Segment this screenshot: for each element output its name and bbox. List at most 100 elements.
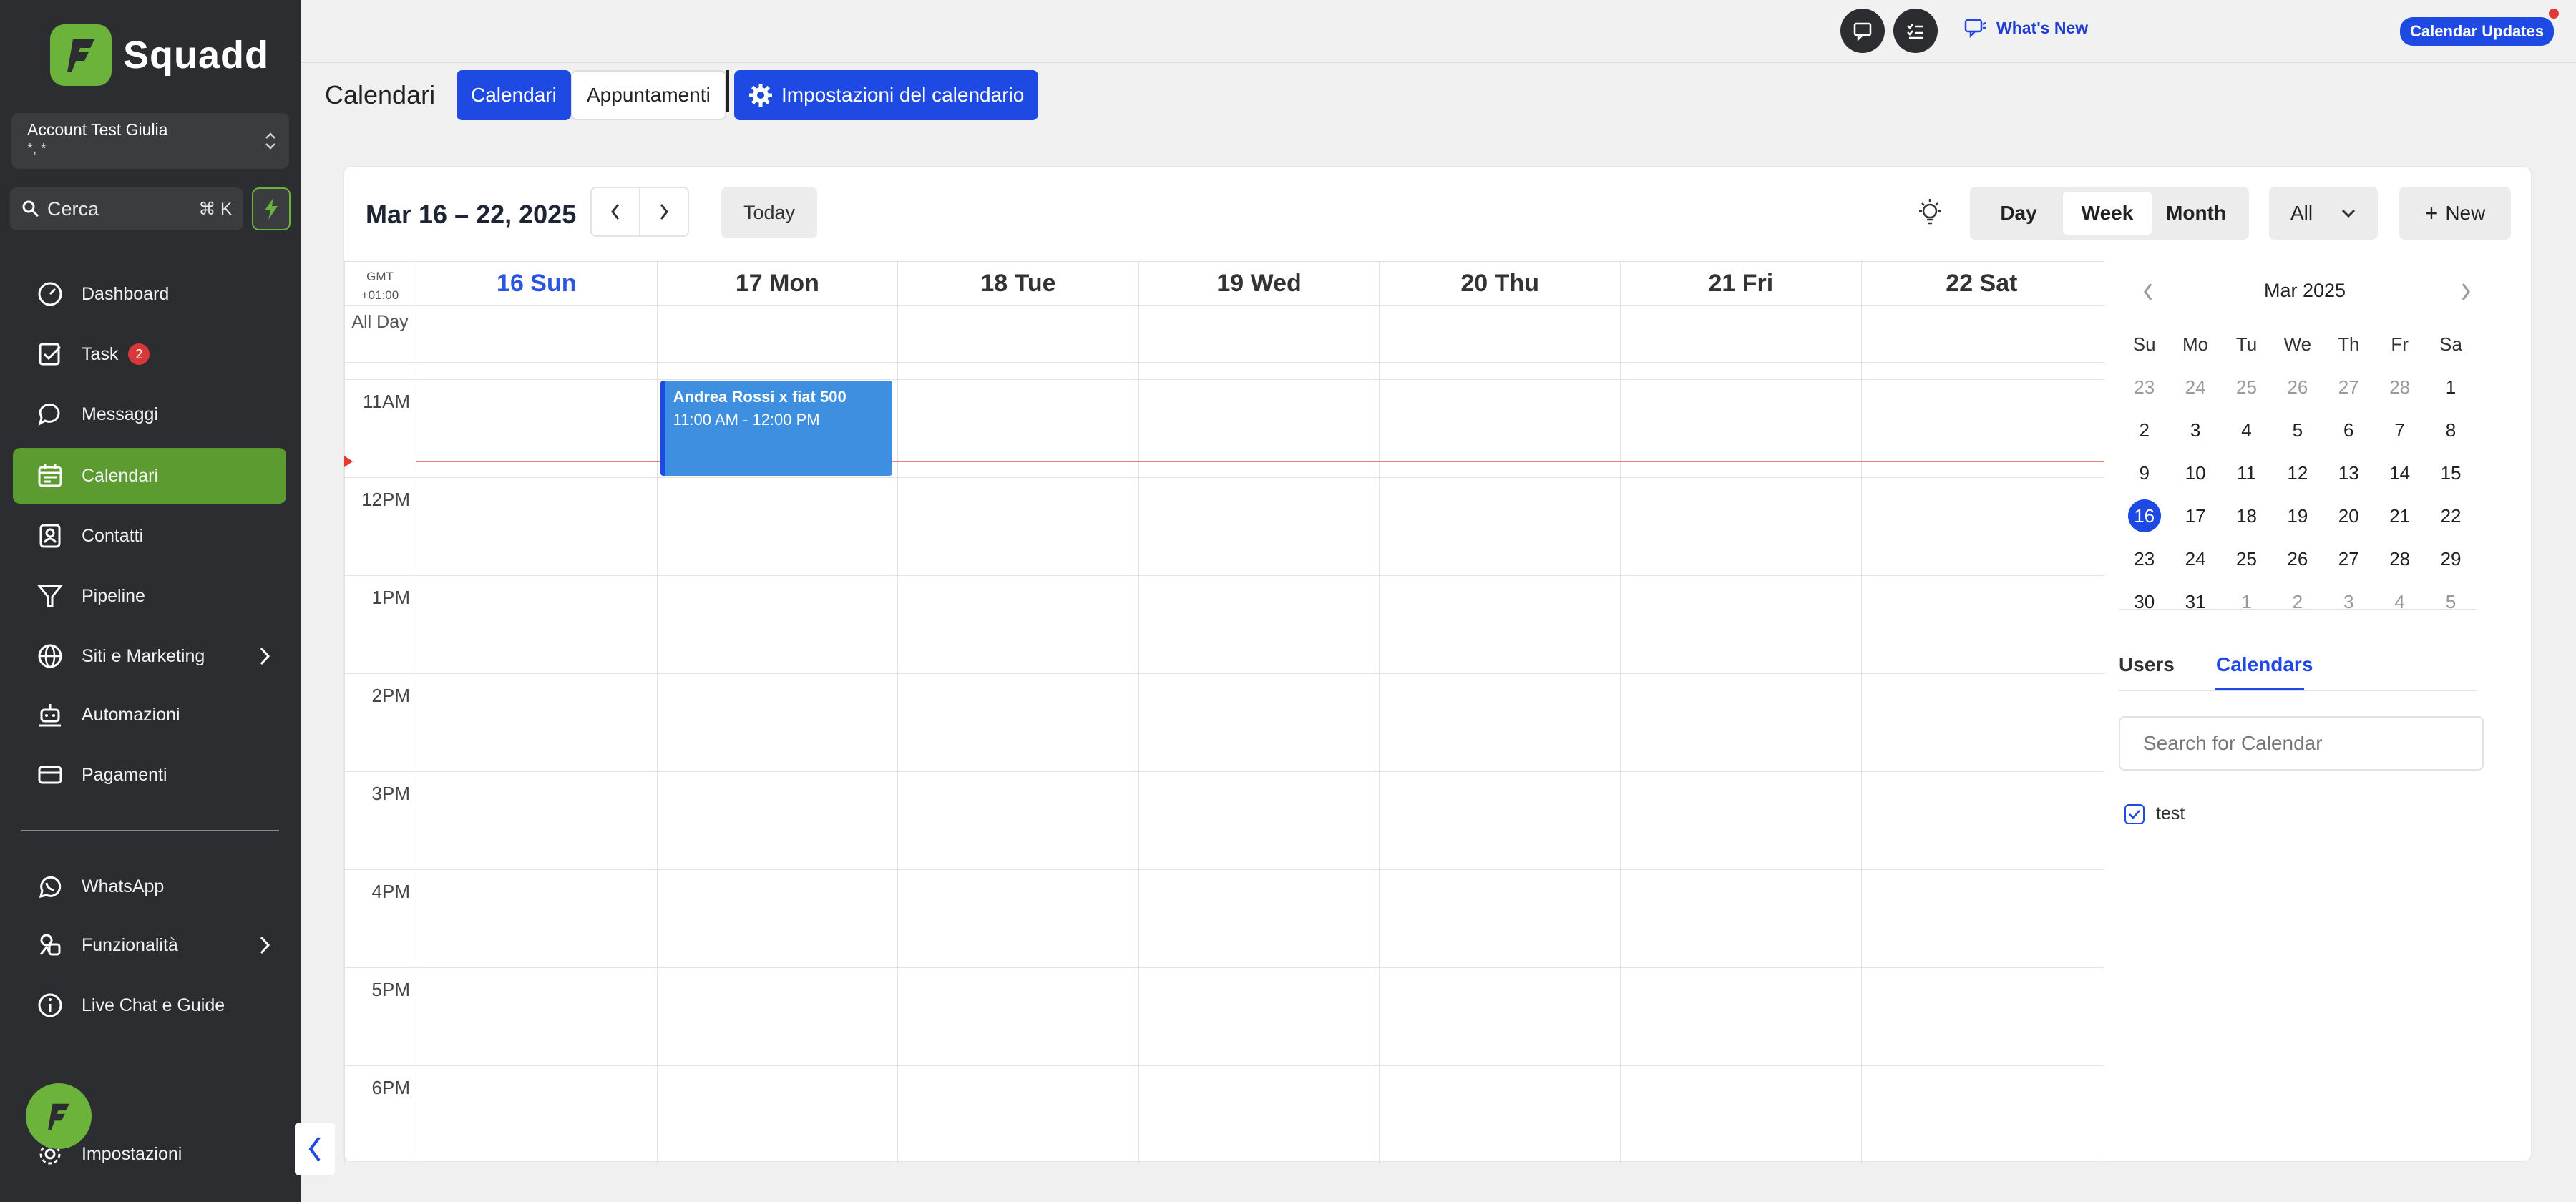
previous-week-button[interactable]: [592, 188, 640, 235]
today-button[interactable]: Today: [721, 187, 817, 238]
mini-day[interactable]: 29: [2425, 548, 2476, 570]
chat-button[interactable]: [1840, 9, 1885, 53]
day-header[interactable]: 17 Mon: [656, 262, 898, 305]
time-label: 11AM: [363, 391, 410, 412]
sidebar-item-messaggi[interactable]: Messaggi: [13, 386, 286, 442]
calendar-event[interactable]: Andrea Rossi x fiat 500 11:00 AM - 12:00…: [660, 381, 893, 476]
mini-day[interactable]: 22: [2425, 505, 2476, 527]
calendar-search-input[interactable]: Search for Calendar: [2119, 716, 2484, 771]
tabs-baseline: [2119, 690, 2477, 691]
view-month-button[interactable]: Month: [2152, 192, 2240, 235]
mini-day[interactable]: 8: [2425, 419, 2476, 441]
sidebar-item-pipeline[interactable]: Pipeline: [13, 568, 286, 624]
whats-new-link[interactable]: What's New: [1963, 17, 2088, 39]
sidebar-item-label: Contatti: [82, 525, 144, 546]
mini-day[interactable]: 25: [2221, 548, 2272, 570]
brand-name: Squadd: [123, 34, 269, 77]
mini-day[interactable]: 12: [2272, 462, 2323, 484]
mini-day[interactable]: 21: [2374, 505, 2425, 527]
account-subtitle: *, *: [27, 141, 47, 157]
mini-day[interactable]: 15: [2425, 462, 2476, 484]
mini-day[interactable]: 28: [2374, 548, 2425, 570]
squadd-logo-icon: [48, 1103, 69, 1130]
calendar-card: Mar 16 – 22, 2025 Today Day Week Month A…: [343, 166, 2532, 1164]
sidebar-item-siti-marketing[interactable]: Siti e Marketing: [13, 628, 286, 684]
mini-day[interactable]: 16: [2119, 499, 2170, 532]
account-switcher[interactable]: Account Test Giulia *, *: [11, 113, 289, 169]
sidebar-item-dashboard[interactable]: Dashboard: [13, 266, 286, 322]
sidebar-divider: [21, 830, 279, 831]
mini-day[interactable]: 2: [2119, 419, 2170, 441]
brand-logo[interactable]: Squadd: [50, 24, 269, 86]
mini-day[interactable]: 3: [2170, 419, 2220, 441]
sidebar-item-whatsapp[interactable]: WhatsApp: [13, 859, 286, 914]
tab-impostazioni-calendario[interactable]: Impostazioni del calendario: [734, 70, 1039, 120]
tab-users[interactable]: Users: [2119, 653, 2175, 676]
timezone-label: GMT +01:00: [361, 270, 399, 302]
sidebar-item-label: Dashboard: [82, 283, 170, 304]
day-header[interactable]: 19 Wed: [1138, 262, 1380, 305]
mini-day[interactable]: 14: [2374, 462, 2425, 484]
mini-day[interactable]: 17: [2170, 505, 2220, 527]
day-header[interactable]: 21 Fri: [1620, 262, 1861, 305]
mini-day[interactable]: 20: [2323, 505, 2374, 527]
mini-day[interactable]: 10: [2170, 462, 2220, 484]
mini-day[interactable]: 19: [2272, 505, 2323, 527]
mini-day[interactable]: 18: [2221, 505, 2272, 527]
mini-day[interactable]: 11: [2221, 462, 2272, 484]
mini-day[interactable]: 25: [2221, 376, 2272, 399]
mini-day[interactable]: 24: [2170, 376, 2220, 399]
mini-day[interactable]: 27: [2323, 548, 2374, 570]
sidebar-item-label: Funzionalità: [82, 934, 178, 955]
quick-action-button[interactable]: [252, 187, 291, 230]
mini-day[interactable]: 5: [2272, 419, 2323, 441]
view-day-button[interactable]: Day: [1974, 192, 2063, 235]
day-header[interactable]: 22 Sat: [1860, 262, 2102, 305]
filter-select[interactable]: All: [2269, 187, 2378, 240]
tab-appuntamenti[interactable]: Appuntamenti: [571, 70, 726, 120]
sidebar-item-contatti[interactable]: Contatti: [13, 508, 286, 564]
sidebar-item-funzionalita[interactable]: Funzionalità: [13, 917, 286, 973]
mini-day[interactable]: 26: [2272, 548, 2323, 570]
sidebar-item-label: Automazioni: [82, 704, 180, 725]
mini-day[interactable]: 27: [2323, 376, 2374, 399]
day-header[interactable]: 16 Sun: [416, 262, 657, 305]
sidebar-item-pagamenti[interactable]: Pagamenti: [13, 747, 286, 803]
mini-day[interactable]: 9: [2119, 462, 2170, 484]
tab-calendars[interactable]: Calendars: [2216, 653, 2313, 676]
pipeline-icon: [34, 580, 66, 612]
next-week-button[interactable]: [640, 188, 688, 235]
sidebar-item-live-chat[interactable]: Live Chat e Guide: [13, 977, 286, 1033]
collapse-sidebar-button[interactable]: [295, 1123, 335, 1175]
mini-day[interactable]: 7: [2374, 419, 2425, 441]
mini-day[interactable]: 6: [2323, 419, 2374, 441]
calendar-updates-badge[interactable]: Calendar Updates: [2400, 17, 2555, 46]
sidebar-item-calendari[interactable]: Calendari: [13, 448, 286, 504]
day-header[interactable]: 20 Thu: [1379, 262, 1620, 305]
chevron-right-icon: [260, 936, 270, 954]
tasks-button[interactable]: [1893, 9, 1938, 53]
mini-day[interactable]: 28: [2374, 376, 2425, 399]
mini-day[interactable]: 23: [2119, 548, 2170, 570]
new-event-button[interactable]: + New: [2399, 187, 2511, 240]
sidebar-item-task[interactable]: Task 2: [13, 326, 286, 382]
tab-calendari[interactable]: Calendari: [457, 70, 571, 120]
mini-day[interactable]: 4: [2221, 419, 2272, 441]
mini-next-month-button[interactable]: [2459, 281, 2472, 303]
lightbulb-icon[interactable]: [1916, 197, 1944, 228]
view-week-button[interactable]: Week: [2063, 192, 2152, 235]
day-header[interactable]: 18 Tue: [897, 262, 1138, 305]
mini-week-row: 23 24 25 26 27 28 1: [2119, 366, 2477, 409]
help-launcher-button[interactable]: [26, 1083, 92, 1149]
sidebar-search[interactable]: Cerca ⌘ K: [10, 187, 243, 230]
sidebar-item-automazioni[interactable]: Automazioni: [13, 687, 286, 743]
mini-day[interactable]: 26: [2272, 376, 2323, 399]
plus-icon: +: [2424, 200, 2439, 226]
mini-day[interactable]: 23: [2119, 376, 2170, 399]
bolt-icon: [265, 198, 278, 220]
chevron-right-icon: [660, 204, 668, 220]
mini-day[interactable]: 1: [2425, 376, 2476, 399]
calendar-checkbox-test[interactable]: test: [2124, 803, 2185, 824]
mini-day[interactable]: 13: [2323, 462, 2374, 484]
mini-day[interactable]: 24: [2170, 548, 2220, 570]
